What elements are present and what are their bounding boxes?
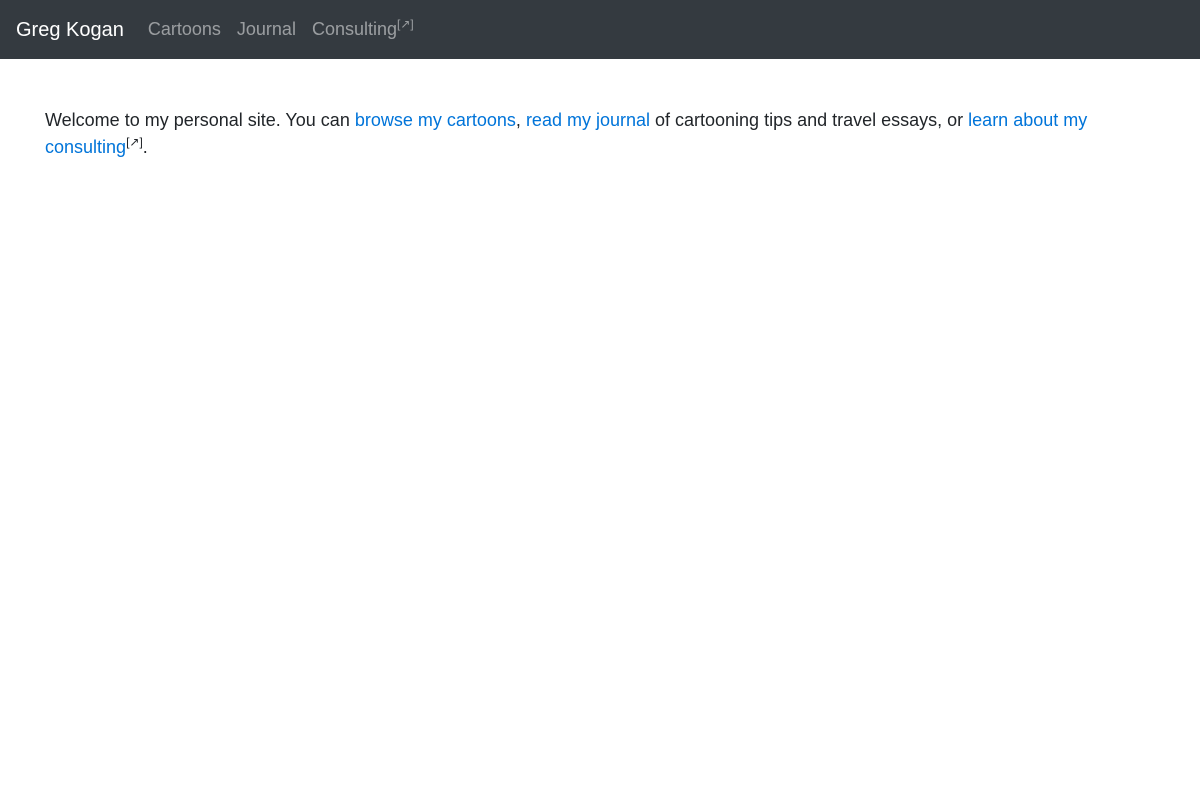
main-content: Welcome to my personal site. You can bro… <box>0 59 1170 161</box>
nav-link-consulting-label: Consulting <box>311 19 398 39</box>
intro-prefix-text: Welcome to my personal site. You can <box>45 110 355 130</box>
brand-link[interactable]: Greg Kogan <box>16 19 124 42</box>
read-journal-link[interactable]: read my journal <box>526 110 650 130</box>
nav-link-journal[interactable]: Journal <box>237 19 296 40</box>
external-link-icon: [↗] <box>397 17 414 31</box>
external-link-icon: [↗] <box>126 135 143 149</box>
top-navbar: Greg Kogan Cartoons Journal Consulting[↗… <box>0 0 1200 59</box>
intro-paragraph: Welcome to my personal site. You can bro… <box>45 107 1125 161</box>
browse-cartoons-link[interactable]: browse my cartoons <box>355 110 516 130</box>
nav-link-consulting[interactable]: Consulting[↗] <box>311 17 414 40</box>
nav-link-cartoons[interactable]: Cartoons <box>148 19 221 40</box>
middle-text: of cartooning tips and travel essays, or <box>650 110 969 130</box>
period-text: . <box>142 137 148 157</box>
